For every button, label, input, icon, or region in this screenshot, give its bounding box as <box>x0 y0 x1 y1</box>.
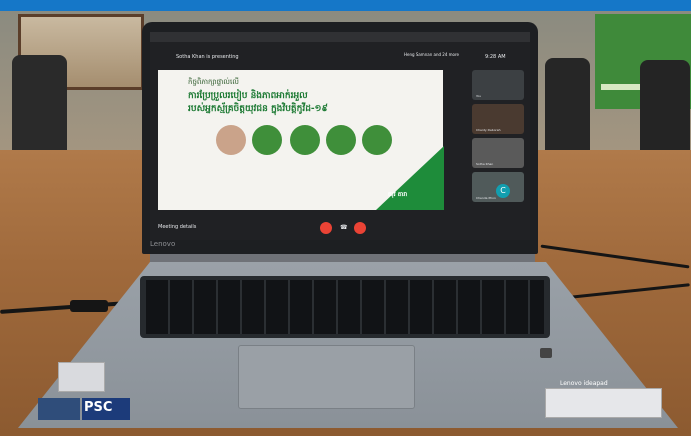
participant-name: Chanty Deborah <box>476 128 501 132</box>
intel-sticker <box>38 398 80 420</box>
meeting-details-button[interactable]: Meeting details <box>158 224 196 230</box>
laptop-screen: Sotha Khan is presenting Heng Samnan and… <box>150 32 530 240</box>
keyboard <box>140 276 550 338</box>
laptop-brand: Lenovo <box>150 240 176 248</box>
slide-line-3: របស់អ្នកស្ម័គ្រចិត្តយុវជន ក្នុងវិបត្តិកូ… <box>188 104 328 114</box>
touchpad <box>238 345 415 409</box>
participant-tile[interactable]: You <box>472 70 524 100</box>
chair-far-right <box>640 60 690 160</box>
laptop-hinge <box>150 254 535 262</box>
browser-chrome <box>150 32 530 42</box>
speaker-photo <box>216 125 246 155</box>
avatar: C <box>496 184 510 198</box>
participants-label[interactable]: Heng Samnan and 24 more <box>404 53 459 57</box>
speaker-photo <box>362 125 392 155</box>
participant-tile[interactable]: Sotha Khan <box>472 138 524 168</box>
sticker <box>58 362 105 392</box>
participant-name: Chenda Phon <box>476 196 496 200</box>
chair-right <box>545 58 590 158</box>
speaker-photos <box>216 125 416 165</box>
slide-line-2: ការប្រែប្រួលរបៀប និងភាពអាក់រអួល <box>188 91 308 101</box>
slide-line-1: កិច្ចពិភាក្សាផ្ទាល់លើ <box>188 78 239 86</box>
presenter-label: Sotha Khan is presenting <box>176 54 239 60</box>
adapter <box>70 300 108 312</box>
participant-name: Sotha Khan <box>476 162 494 166</box>
speaker-photo <box>290 125 320 155</box>
presentation-slide: កិច្ចពិភាក្សាផ្ទាល់លើ ការប្រែប្រួលរបៀប ន… <box>158 70 444 210</box>
camera-off-button[interactable] <box>354 222 366 234</box>
clock: 9:28 AM <box>485 54 506 60</box>
fingerprint-sensor <box>540 348 552 358</box>
speaker-photo <box>326 125 356 155</box>
slide-logo: យុវ តារា <box>388 191 408 198</box>
speaker-photo <box>252 125 282 155</box>
laptop-model: Lenovo ideapad <box>560 380 608 387</box>
psc-label: PSC <box>84 400 113 415</box>
top-accent-bar <box>0 0 691 11</box>
energy-label <box>545 388 662 418</box>
chair-left <box>12 55 67 155</box>
participant-name: You <box>476 94 482 98</box>
mic-off-button[interactable] <box>320 222 332 234</box>
hangup-icon[interactable]: ☎ <box>340 224 347 231</box>
participant-tile[interactable]: Chanty Deborah <box>472 104 524 134</box>
